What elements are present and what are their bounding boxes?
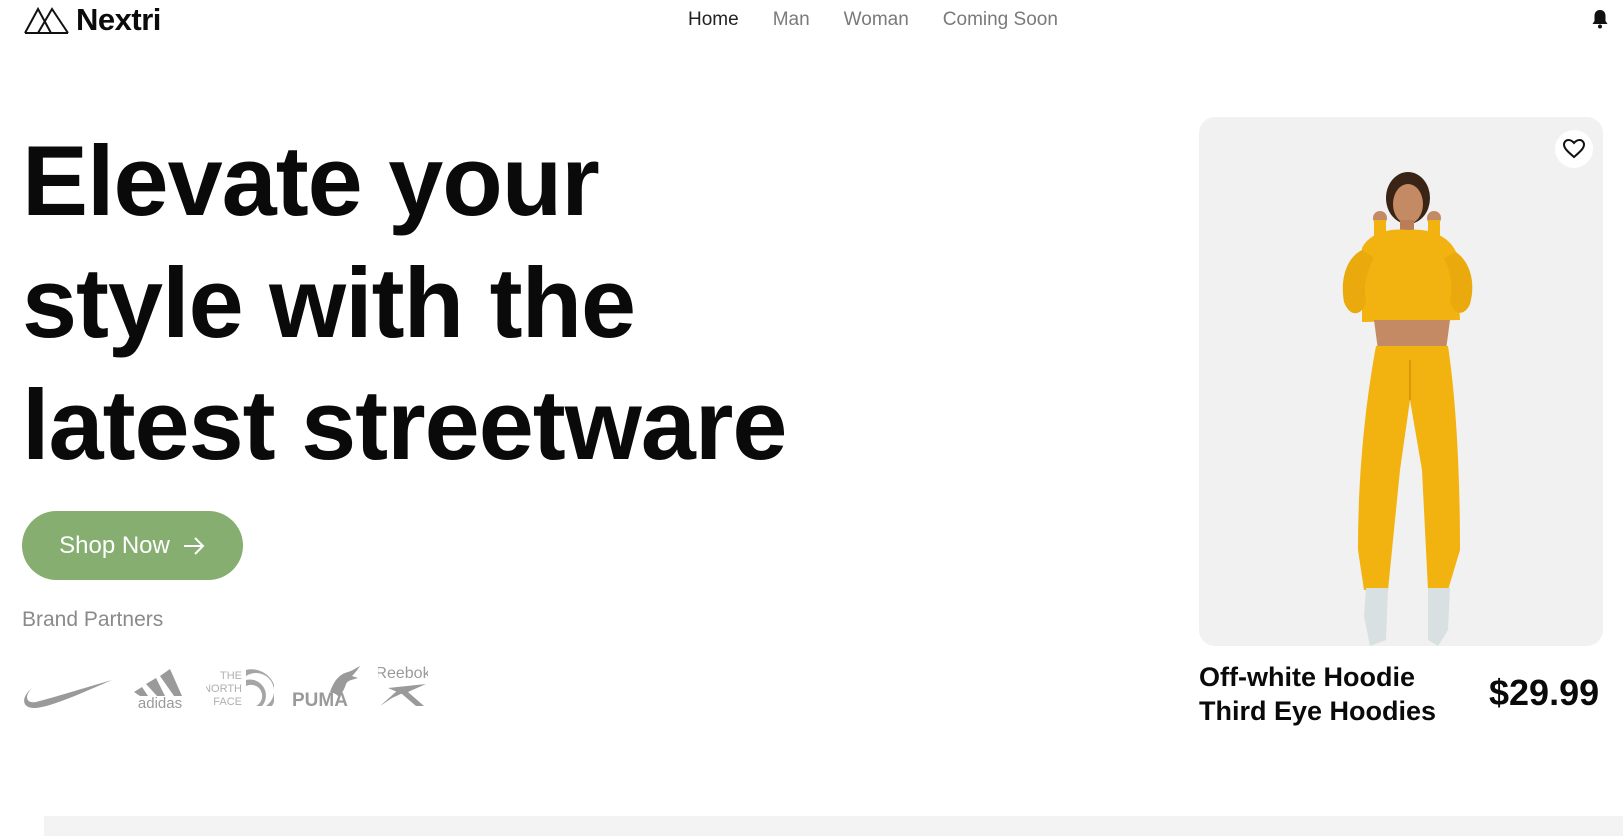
nike-logo (22, 676, 114, 710)
next-section-strip (44, 816, 1623, 836)
nav-coming-soon[interactable]: Coming Soon (943, 9, 1058, 31)
product-name-line-2: Third Eye Hoodies (1199, 696, 1437, 726)
product-name[interactable]: Off-white Hoodie Third Eye Hoodies (1199, 660, 1436, 728)
svg-text:adidas: adidas (138, 695, 182, 710)
model-in-yellow-tracksuit-image (1342, 172, 1473, 646)
nav-man[interactable]: Man (773, 9, 810, 31)
headline-line-3: latest streetware (22, 369, 787, 480)
brand-logo[interactable]: Nextri (24, 4, 161, 36)
product-price: $29.99 (1489, 672, 1600, 713)
top-header: Nextri Home Man Woman Coming Soon (0, 0, 1623, 44)
nav-woman[interactable]: Woman (844, 9, 909, 31)
svg-text:FACE: FACE (213, 696, 242, 708)
hero-headline: Elevate your style with the latest stree… (22, 120, 787, 486)
brand-partners-label: Brand Partners (22, 608, 164, 631)
brand-partners-list: adidas THE NORTH FACE PUMA Reebok (22, 662, 428, 710)
the-north-face-logo: THE NORTH FACE (206, 666, 274, 710)
puma-logo: PUMA (290, 664, 362, 710)
svg-text:THE: THE (220, 670, 242, 682)
svg-text:NORTH: NORTH (206, 683, 242, 695)
adidas-logo: adidas (130, 664, 190, 710)
arrow-right-icon (183, 536, 205, 555)
favorite-button[interactable] (1555, 130, 1593, 168)
shop-now-label: Shop Now (59, 531, 170, 559)
reebok-logo: Reebok (378, 662, 428, 710)
nav-home[interactable]: Home (688, 9, 739, 31)
main-nav: Home Man Woman Coming Soon (688, 9, 1058, 31)
brand-name: Nextri (76, 2, 161, 37)
headline-line-1: Elevate your (22, 125, 600, 236)
heart-icon (1563, 139, 1585, 159)
svg-text:Reebok: Reebok (378, 665, 428, 682)
product-name-line-1: Off-white Hoodie (1199, 662, 1415, 692)
logo-mountain-icon (24, 6, 69, 34)
headline-line-2: style with the (22, 247, 636, 358)
shop-now-button[interactable]: Shop Now (22, 511, 243, 580)
bell-icon[interactable] (1591, 9, 1609, 29)
